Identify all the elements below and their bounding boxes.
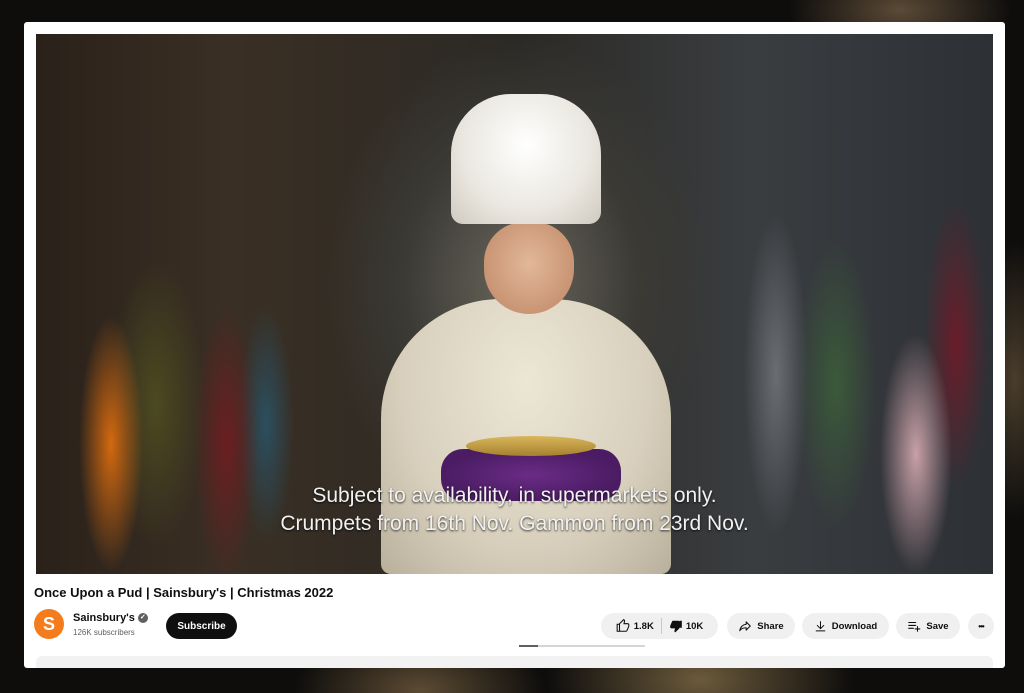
subtitle-line-1: Subject to availability, in supermarkets… (312, 484, 717, 507)
download-icon (815, 620, 826, 631)
verified-check-icon: ✓ (137, 613, 148, 624)
video-card: Subject to availability, in supermarkets… (24, 22, 1005, 668)
more-horizontal-icon: ••• (978, 621, 984, 631)
share-label: Share (757, 620, 784, 632)
scene-plate (466, 436, 596, 456)
video-subtitles: Subject to availability, in supermarkets… (36, 482, 993, 538)
thumbs-up-icon (616, 619, 630, 632)
download-button[interactable]: Download (802, 613, 889, 639)
progress-fill (519, 645, 538, 647)
like-count: 1.8K (633, 620, 654, 632)
share-arrow-icon (739, 621, 752, 632)
channel-name[interactable]: Sainsbury's (73, 612, 135, 624)
description-box-top[interactable] (36, 656, 993, 668)
dislike-button[interactable]: 10K (662, 619, 710, 633)
subscriber-count: 126K subscribers (73, 628, 135, 637)
subtitle-line-2: Crumpets from 16th Nov. Gammon from 23rd… (280, 512, 749, 535)
channel-name-row[interactable]: Sainsbury's ✓ (73, 612, 148, 624)
dislike-count: 10K (685, 620, 704, 632)
thumbs-down-icon (669, 620, 682, 633)
playlist-add-icon (908, 621, 921, 632)
subscribe-button[interactable]: Subscribe (166, 613, 237, 639)
channel-avatar[interactable]: S (34, 609, 64, 639)
like-dislike-group: 1.8K 10K (601, 613, 718, 639)
download-label: Download (831, 620, 878, 632)
share-button[interactable]: Share (727, 613, 795, 639)
video-title: Once Upon a Pud | Sainsbury's | Christma… (34, 585, 334, 600)
avatar-letter: S (42, 613, 55, 634)
scene-chef-face (484, 222, 574, 314)
save-label: Save (926, 620, 949, 632)
video-player[interactable]: Subject to availability, in supermarkets… (36, 34, 993, 574)
scene-chef-hat (451, 94, 601, 224)
progress-track[interactable] (519, 645, 645, 647)
save-button[interactable]: Save (896, 613, 960, 639)
more-actions-button[interactable]: ••• (968, 613, 994, 639)
like-button[interactable]: 1.8K (609, 619, 661, 633)
